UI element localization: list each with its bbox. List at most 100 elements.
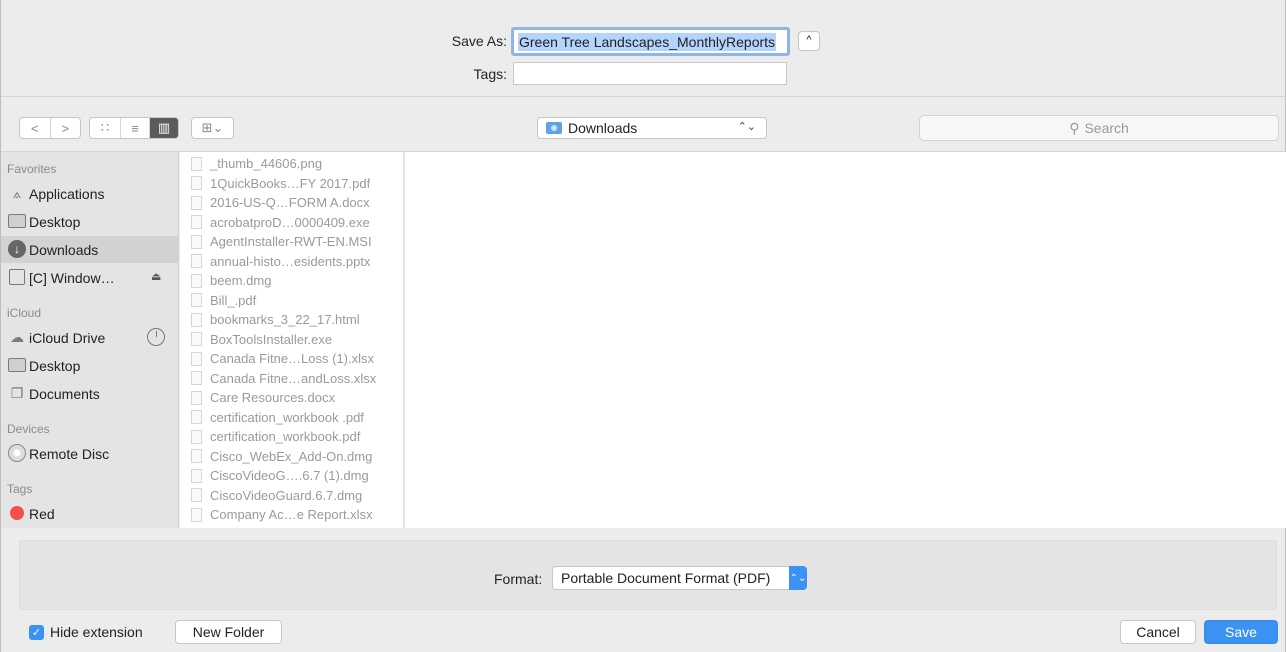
downloads-icon: ↓ — [7, 240, 27, 258]
file-icon — [191, 293, 202, 307]
sidebar-item-label: Red — [29, 505, 55, 522]
save-button[interactable]: Save — [1204, 620, 1278, 644]
location-popup[interactable]: Downloads ⌃⌄ — [537, 117, 767, 139]
chevron-up-icon: ^ — [806, 34, 812, 46]
back-button[interactable]: < — [20, 118, 50, 138]
eject-icon[interactable]: ⏏ — [151, 270, 161, 283]
file-name: Care Resources.docx — [210, 390, 335, 405]
sidebar-item-icloud-drive[interactable]: ☁ iCloud Drive — [1, 324, 179, 351]
file-name: CiscoVideoG….6.7 (1).dmg — [210, 468, 369, 483]
save-as-field[interactable]: Green Tree Landscapes_MonthlyReports — [511, 27, 790, 56]
save-as-value[interactable]: Green Tree Landscapes_MonthlyReports — [518, 32, 777, 51]
sidebar-item-icloud-desktop[interactable]: Desktop — [1, 352, 179, 379]
icon-view-button[interactable]: ∷ — [90, 118, 120, 138]
file-name: Canada Fitne…Loss (1).xlsx — [210, 351, 375, 366]
format-value: Portable Document Format (PDF) — [561, 570, 771, 586]
forward-button[interactable]: > — [49, 118, 81, 138]
file-name: _thumb_44606.png — [210, 156, 323, 171]
file-icon — [191, 468, 202, 483]
file-icon — [191, 351, 202, 366]
file-list-item[interactable]: Canada Fitne…Loss (1).xlsx — [180, 349, 403, 368]
sidebar-item-documents[interactable]: ❐ Documents — [1, 380, 179, 407]
file-icon — [191, 312, 202, 327]
file-list-item[interactable]: 1QuickBooks…FY 2017.pdf — [180, 174, 403, 193]
file-list-item[interactable]: AgentInstaller-RWT-EN.MSI — [180, 232, 403, 251]
file-list-item[interactable]: 2016-US-Q…FORM A.docx — [180, 193, 403, 212]
desktop-icon — [7, 212, 27, 230]
sidebar-item-label: Documents — [29, 385, 100, 402]
cancel-button[interactable]: Cancel — [1120, 620, 1196, 644]
sidebar-item-label: [C] Window… — [29, 269, 115, 286]
hide-extension-label[interactable]: Hide extension — [50, 624, 143, 640]
sidebar-item-label: Desktop — [29, 357, 81, 374]
back-forward-control: < > — [19, 117, 81, 139]
file-name: Bill_.pdf — [210, 292, 257, 308]
sidebar: Favorites ⟑ Applications Desktop ↓ Downl… — [1, 152, 179, 528]
file-list-item[interactable]: bookmarks_3_22_17.html — [180, 310, 403, 329]
expand-dialog-button[interactable]: ^ — [798, 31, 820, 51]
sync-progress-icon — [147, 328, 165, 346]
toolbar: < > ∷ ≡ ▥ ⊞⌄ Downloads ⌃⌄ ⚲ Search — [1, 113, 1285, 143]
column-view-button[interactable]: ▥ — [149, 118, 178, 138]
sidebar-item-label: iCloud Drive — [29, 329, 106, 346]
up-down-arrows-icon: ⌃⌄ — [737, 121, 756, 133]
file-icon — [191, 371, 202, 385]
sidebar-section-favorites: Favorites — [7, 162, 57, 176]
save-as-label: Save As: — [451, 33, 507, 49]
arrange-button[interactable]: ⊞⌄ — [192, 118, 233, 138]
file-list-item[interactable]: Cisco_WebEx_Add-On.dmg — [180, 447, 403, 466]
sidebar-item-label: Downloads — [29, 241, 99, 258]
file-list-item[interactable]: CiscoVideoG….6.7 (1).dmg — [180, 466, 403, 485]
file-list-item[interactable]: Canada Fitne…andLoss.xlsx — [180, 369, 403, 388]
file-list-item[interactable]: BoxToolsInstaller.exe — [180, 330, 403, 349]
file-icon — [191, 156, 202, 171]
downloads-folder-icon — [546, 122, 562, 134]
cloud-icon: ☁ — [10, 328, 24, 345]
file-list-item[interactable]: CiscoVideoGuard.6.7.dmg — [180, 486, 403, 505]
file-list-item[interactable]: Bill_.pdf — [180, 291, 403, 310]
new-folder-button[interactable]: New Folder — [175, 620, 282, 644]
file-list-item[interactable]: certification_workbook.pdf — [180, 427, 403, 446]
drive-icon — [7, 268, 27, 286]
file-column: _thumb_44606.png 1QuickBooks…FY 2017.pdf 2… — [180, 152, 404, 528]
file-icon — [191, 410, 202, 424]
file-list-item[interactable]: _thumb_44606.png — [180, 154, 403, 173]
file-icon — [191, 254, 202, 268]
red-tag-icon — [7, 504, 27, 522]
file-list-item[interactable]: Care Resources.docx — [180, 388, 403, 407]
file-icon — [191, 273, 202, 288]
desktop-icon — [7, 356, 27, 374]
file-icon — [191, 234, 202, 249]
file-list-item[interactable]: acrobatproD…0000409.exe — [180, 213, 403, 232]
file-icon — [191, 215, 202, 229]
sidebar-item-red-tag[interactable]: Red — [1, 500, 179, 527]
search-field[interactable]: ⚲ Search — [919, 115, 1279, 141]
file-icon — [191, 507, 202, 522]
up-down-arrows-icon: ⌃⌄ — [789, 566, 807, 590]
sidebar-item-desktop[interactable]: Desktop — [1, 208, 179, 235]
file-list-item[interactable]: beem.dmg — [180, 271, 403, 290]
format-accessory: Format: Portable Document Format (PDF) ⌃… — [19, 540, 1277, 610]
sidebar-item-label: Remote Disc — [29, 445, 110, 462]
list-view-button[interactable]: ≡ — [120, 118, 149, 138]
format-popup[interactable]: Portable Document Format (PDF) ⌃⌄ — [552, 566, 807, 590]
hide-extension-checkbox[interactable]: ✓ — [29, 625, 44, 640]
file-list-item[interactable]: Company Ac…e Report.xlsx — [180, 505, 403, 524]
file-list-item[interactable]: certification_workbook .pdf — [180, 408, 403, 427]
file-list-item[interactable]: annual-histo…esidents.pptx — [180, 252, 403, 271]
divider — [1, 96, 1285, 97]
file-icon — [191, 449, 202, 463]
save-as-row: Save As: Green Tree Landscapes_MonthlyRe… — [1, 27, 1285, 56]
sidebar-item-windows-drive[interactable]: [C] Window… ⏏ — [1, 264, 179, 291]
file-name: CiscoVideoGuard.6.7.dmg — [210, 487, 363, 503]
tags-field[interactable] — [513, 62, 787, 85]
disc-icon — [7, 444, 27, 462]
sidebar-item-downloads[interactable]: ↓ Downloads — [1, 236, 179, 263]
columns-icon: ▥ — [157, 120, 171, 135]
sidebar-item-applications[interactable]: ⟑ Applications — [1, 180, 179, 207]
chevron-right-icon: > — [61, 120, 70, 136]
sidebar-section-tags: Tags — [7, 482, 33, 496]
list-icon: ≡ — [131, 120, 139, 136]
sidebar-item-remote-disc[interactable]: Remote Disc — [1, 440, 179, 467]
file-icon — [191, 488, 202, 502]
